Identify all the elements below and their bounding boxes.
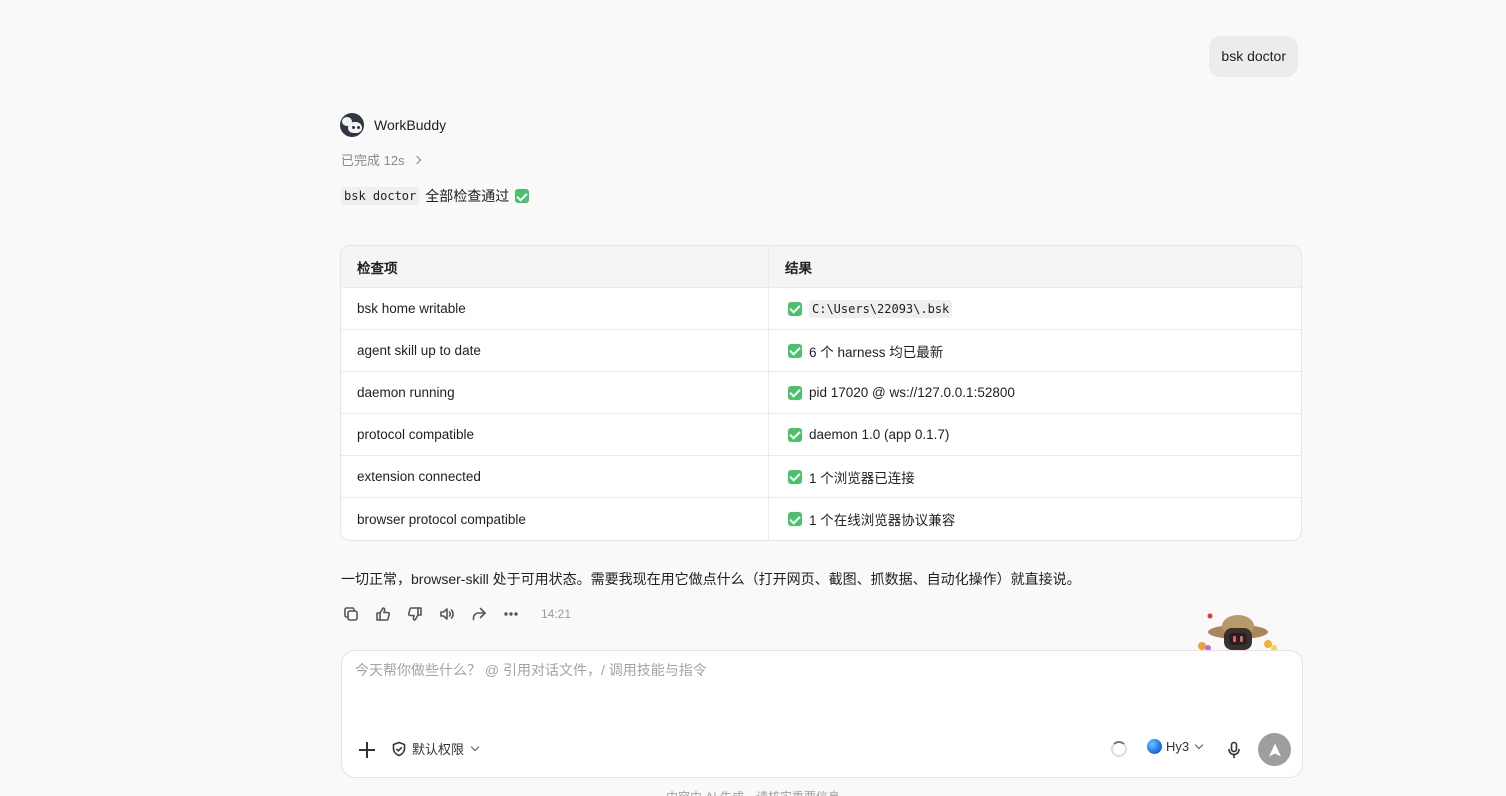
completion-status-text: 已完成 12s	[341, 153, 405, 168]
check-result-cell: 6 个 harness 均已最新	[769, 330, 1301, 372]
message-action-bar: 14:21	[341, 603, 571, 625]
table-row: browser protocol compatible 1 个在线浏览器协议兼容	[341, 498, 1301, 540]
result-text: daemon 1.0 (app 0.1.7)	[809, 427, 950, 442]
mascot-illustration	[1180, 610, 1280, 650]
summary-text: 全部检查通过	[425, 188, 510, 204]
chevron-down-icon	[1194, 740, 1204, 750]
table-header-result: 结果	[769, 246, 1301, 288]
closing-message: 一切正常，browser-skill 处于可用状态。需要我现在用它做点什么（打开…	[341, 571, 1081, 587]
message-input[interactable]	[355, 662, 1255, 678]
completion-status-toggle[interactable]: 已完成 12s	[341, 150, 421, 169]
thumbs-down-icon	[407, 607, 422, 621]
table-header-item: 检查项	[341, 246, 769, 288]
table-row: daemon running pid 17020 @ ws://127.0.0.…	[341, 372, 1301, 414]
loading-spinner-icon	[1111, 741, 1127, 757]
read-aloud-button[interactable]	[437, 603, 457, 625]
assistant-header: WorkBuddy	[340, 113, 446, 137]
like-button[interactable]	[373, 603, 393, 625]
result-code: C:\Users\22093\.bsk	[809, 299, 953, 318]
microphone-icon	[1228, 741, 1240, 759]
check-item-cell: daemon running	[341, 372, 769, 414]
check-item-cell: protocol compatible	[341, 414, 769, 456]
assistant-name: WorkBuddy	[374, 117, 447, 133]
result-text: 1 个浏览器已连接	[809, 470, 915, 486]
check-item-cell: browser protocol compatible	[341, 498, 769, 540]
check-mark-icon	[788, 385, 802, 400]
send-button[interactable]	[1258, 733, 1291, 766]
user-message-bubble: bsk doctor	[1209, 36, 1298, 77]
check-mark-icon	[788, 512, 802, 526]
check-mark-icon	[788, 469, 802, 484]
model-logo-icon	[1147, 739, 1162, 754]
send-arrow-icon	[1268, 743, 1281, 756]
table-header-row: 检查项 结果	[341, 246, 1301, 288]
summary-line: bsk doctor 全部检查通过	[341, 186, 530, 206]
check-item-cell: extension connected	[341, 456, 769, 498]
check-result-cell: 1 个在线浏览器协议兼容	[769, 498, 1301, 540]
ai-disclaimer: 内容由 AI 生成，请核实重要信息	[0, 788, 1506, 796]
summary-command-code: bsk doctor	[341, 187, 420, 205]
model-label: Hy3	[1166, 739, 1190, 754]
permission-label: 默认权限	[412, 742, 465, 757]
check-result-cell: C:\Users\22093\.bsk	[769, 288, 1301, 330]
chevron-down-icon	[470, 742, 480, 752]
copy-icon	[344, 607, 358, 621]
more-icon	[504, 612, 518, 616]
thumbs-up-icon	[376, 607, 391, 621]
dislike-button[interactable]	[405, 603, 425, 625]
chat-page: bsk doctor WorkBuddy 已完成 12s bsk doctor …	[0, 0, 1506, 796]
check-item-cell: bsk home writable	[341, 288, 769, 330]
result-text: pid 17020 @ ws://127.0.0.1:52800	[809, 385, 1015, 400]
more-button[interactable]	[501, 603, 521, 625]
check-item-cell: agent skill up to date	[341, 330, 769, 372]
table-row: bsk home writable C:\Users\22093\.bsk	[341, 288, 1301, 330]
shield-check-icon	[392, 741, 406, 756]
voice-input-button[interactable]	[1226, 741, 1242, 759]
permission-dropdown[interactable]: 默认权限	[391, 739, 480, 758]
result-text: 1 个在线浏览器协议兼容	[809, 513, 956, 528]
check-result-cell: pid 17020 @ ws://127.0.0.1:52800	[769, 372, 1301, 414]
check-result-cell: 1 个浏览器已连接	[769, 456, 1301, 498]
message-composer: 默认权限 Hy3	[341, 650, 1303, 778]
message-timestamp: 14:21	[541, 607, 572, 621]
check-result-cell: daemon 1.0 (app 0.1.7)	[769, 414, 1301, 456]
check-mark-icon	[788, 343, 802, 358]
result-text: 6 个 harness 均已最新	[809, 344, 944, 360]
assistant-avatar	[340, 113, 364, 137]
table-row: protocol compatible daemon 1.0 (app 0.1.…	[341, 414, 1301, 456]
table-row: agent skill up to date 6 个 harness 均已最新	[341, 330, 1301, 372]
speaker-icon	[440, 608, 454, 620]
chevron-right-icon	[412, 155, 421, 164]
table-row: extension connected 1 个浏览器已连接	[341, 456, 1301, 498]
add-attachment-button[interactable]	[358, 741, 376, 759]
copy-button[interactable]	[341, 603, 361, 625]
check-mark-icon	[788, 301, 802, 316]
share-button[interactable]	[469, 603, 489, 625]
share-icon	[472, 607, 486, 621]
check-results-table: 检查项 结果 bsk home writable C:\Users\22093\…	[340, 245, 1302, 541]
check-mark-icon	[515, 189, 530, 203]
check-mark-icon	[788, 427, 802, 442]
model-selector[interactable]: Hy3	[1147, 739, 1204, 754]
